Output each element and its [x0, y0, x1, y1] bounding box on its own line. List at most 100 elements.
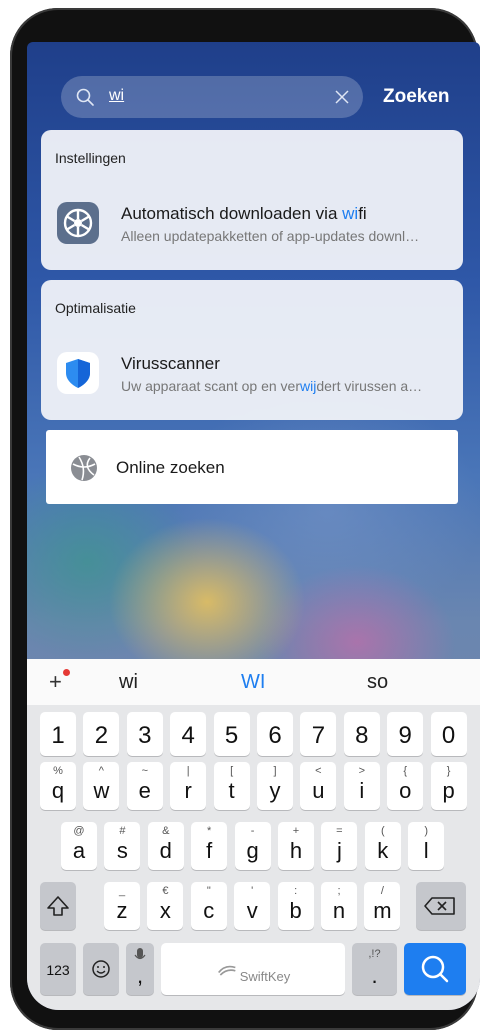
result-title-match: wi [342, 204, 359, 223]
settings-gear-icon[interactable] [57, 202, 99, 244]
search-button[interactable]: Zoeken [383, 86, 450, 108]
key-label: b [289, 898, 302, 923]
key-alt-label: ] [273, 765, 277, 777]
notification-dot [63, 669, 70, 676]
key[interactable]: ] y [257, 762, 293, 810]
key-label: j [336, 838, 342, 863]
globe-icon [71, 455, 97, 481]
key[interactable]: ' v [234, 882, 271, 930]
key[interactable]: # s [104, 822, 141, 870]
key[interactable]: _ z [104, 882, 140, 930]
backspace-icon [424, 897, 455, 915]
key[interactable]: } p [430, 762, 467, 810]
result-subtitle: Alleen updatepakketten of app-updates do… [121, 228, 419, 244]
key[interactable]: ; n [321, 882, 357, 930]
key[interactable]: & d [147, 822, 184, 870]
section-title: Optimalisatie [55, 300, 136, 316]
shift-key[interactable] [40, 882, 76, 930]
search-query[interactable]: wi [109, 87, 124, 105]
result-subtitle-match: wij [300, 378, 317, 394]
result-title-text: Virusscanner [121, 354, 220, 373]
key[interactable]: " c [190, 882, 227, 930]
key[interactable]: = j [321, 822, 358, 870]
result-subtitle: Uw apparaat scant op en verwijdert virus… [121, 378, 422, 394]
key-label: g [246, 838, 259, 863]
key[interactable]: € x [147, 882, 184, 930]
key[interactable]: (k [364, 822, 401, 870]
key[interactable]: 3 [126, 712, 163, 756]
key-label: l [423, 838, 429, 863]
key-label: 7 [311, 722, 326, 749]
key[interactable]: % q [40, 762, 76, 810]
key-label: t [228, 778, 235, 803]
key[interactable]: < u [300, 762, 337, 810]
key-label: f [206, 838, 213, 863]
key[interactable]: * f [191, 822, 228, 870]
key[interactable]: | r [170, 762, 207, 810]
key-alt-label: ^ [98, 765, 104, 777]
key[interactable]: ) l [408, 822, 445, 870]
key-label: k [377, 838, 389, 863]
suggestion-1[interactable]: wi [119, 671, 138, 694]
space-label: SwiftKey [239, 969, 291, 984]
online-search-button[interactable]: Online zoeken [46, 430, 458, 504]
key-label: q [51, 778, 65, 803]
search-key[interactable] [404, 943, 466, 995]
key-alt-label: ' [251, 885, 254, 897]
suggestion-3[interactable]: so [367, 671, 388, 694]
result-title[interactable]: Automatisch downloaden via wifi [121, 204, 367, 224]
key[interactable]: ^ w [83, 762, 120, 810]
key-alt-label: * [207, 825, 212, 837]
comma-key[interactable]: , [126, 943, 154, 995]
key[interactable]: :b [277, 882, 314, 930]
plus-icon[interactable]: + [49, 669, 62, 695]
result-section-settings: Instellingen Automatisch downloaden via … [41, 130, 463, 270]
key[interactable]: + h [278, 822, 314, 870]
key[interactable]: 4 [170, 712, 207, 756]
key[interactable]: > i [343, 762, 380, 810]
key[interactable]: {o [387, 762, 424, 810]
result-title[interactable]: Virusscanner [121, 354, 220, 374]
screen: wi Zoeken Instellingen Automatisch downl… [27, 42, 480, 1010]
key[interactable]: 0 [430, 712, 467, 756]
key[interactable]: 8 [343, 712, 380, 756]
key[interactable]: 5 [213, 712, 250, 756]
key[interactable]: 1 [40, 712, 76, 756]
section-title: Instellingen [55, 150, 126, 166]
key-alt-label: = [336, 825, 343, 837]
key[interactable]: 7 [300, 712, 337, 756]
key-label: r [184, 778, 192, 803]
period-key[interactable]: ,!? . [352, 943, 397, 995]
key-label: z [116, 898, 128, 923]
key[interactable]: / m [364, 882, 401, 930]
key[interactable]: 2 [83, 712, 120, 756]
key[interactable]: 6 [257, 712, 293, 756]
smiley-icon [92, 960, 110, 978]
key-label: c [203, 898, 215, 923]
backspace-key[interactable] [416, 882, 466, 930]
key[interactable]: @ a [61, 822, 97, 870]
suggestion-2[interactable]: WI [241, 671, 265, 694]
key-label: o [399, 778, 412, 803]
close-icon[interactable] [333, 88, 351, 106]
key-label: 9 [398, 722, 412, 749]
key[interactable]: -g [234, 822, 271, 870]
key-alt-label: < [315, 765, 322, 777]
space-key[interactable]: SwiftKey [161, 943, 345, 995]
key-alt-label: | [186, 765, 190, 777]
numbers-mode-key[interactable]: 123 [40, 943, 76, 995]
keyboard: + wi WI so 123 , SwiftKey ,!? . 1 2 3 4 … [27, 659, 480, 1010]
shield-icon[interactable] [57, 352, 99, 394]
key-alt-label: ~ [141, 765, 149, 777]
key[interactable]: ~ e [126, 762, 163, 810]
emoji-key[interactable] [83, 943, 119, 995]
key[interactable]: 9 [387, 712, 424, 756]
key-label: 3 [138, 722, 152, 749]
result-section-optimization: Optimalisatie Virusscanner Uw apparaat s… [41, 280, 463, 420]
key-label: 6 [268, 722, 282, 749]
search-input[interactable]: wi [61, 76, 363, 118]
key-alt-label: { [403, 765, 408, 777]
key-alt-label: [ [230, 765, 234, 777]
key[interactable]: [t [213, 762, 250, 810]
key-label: 0 [441, 722, 456, 749]
